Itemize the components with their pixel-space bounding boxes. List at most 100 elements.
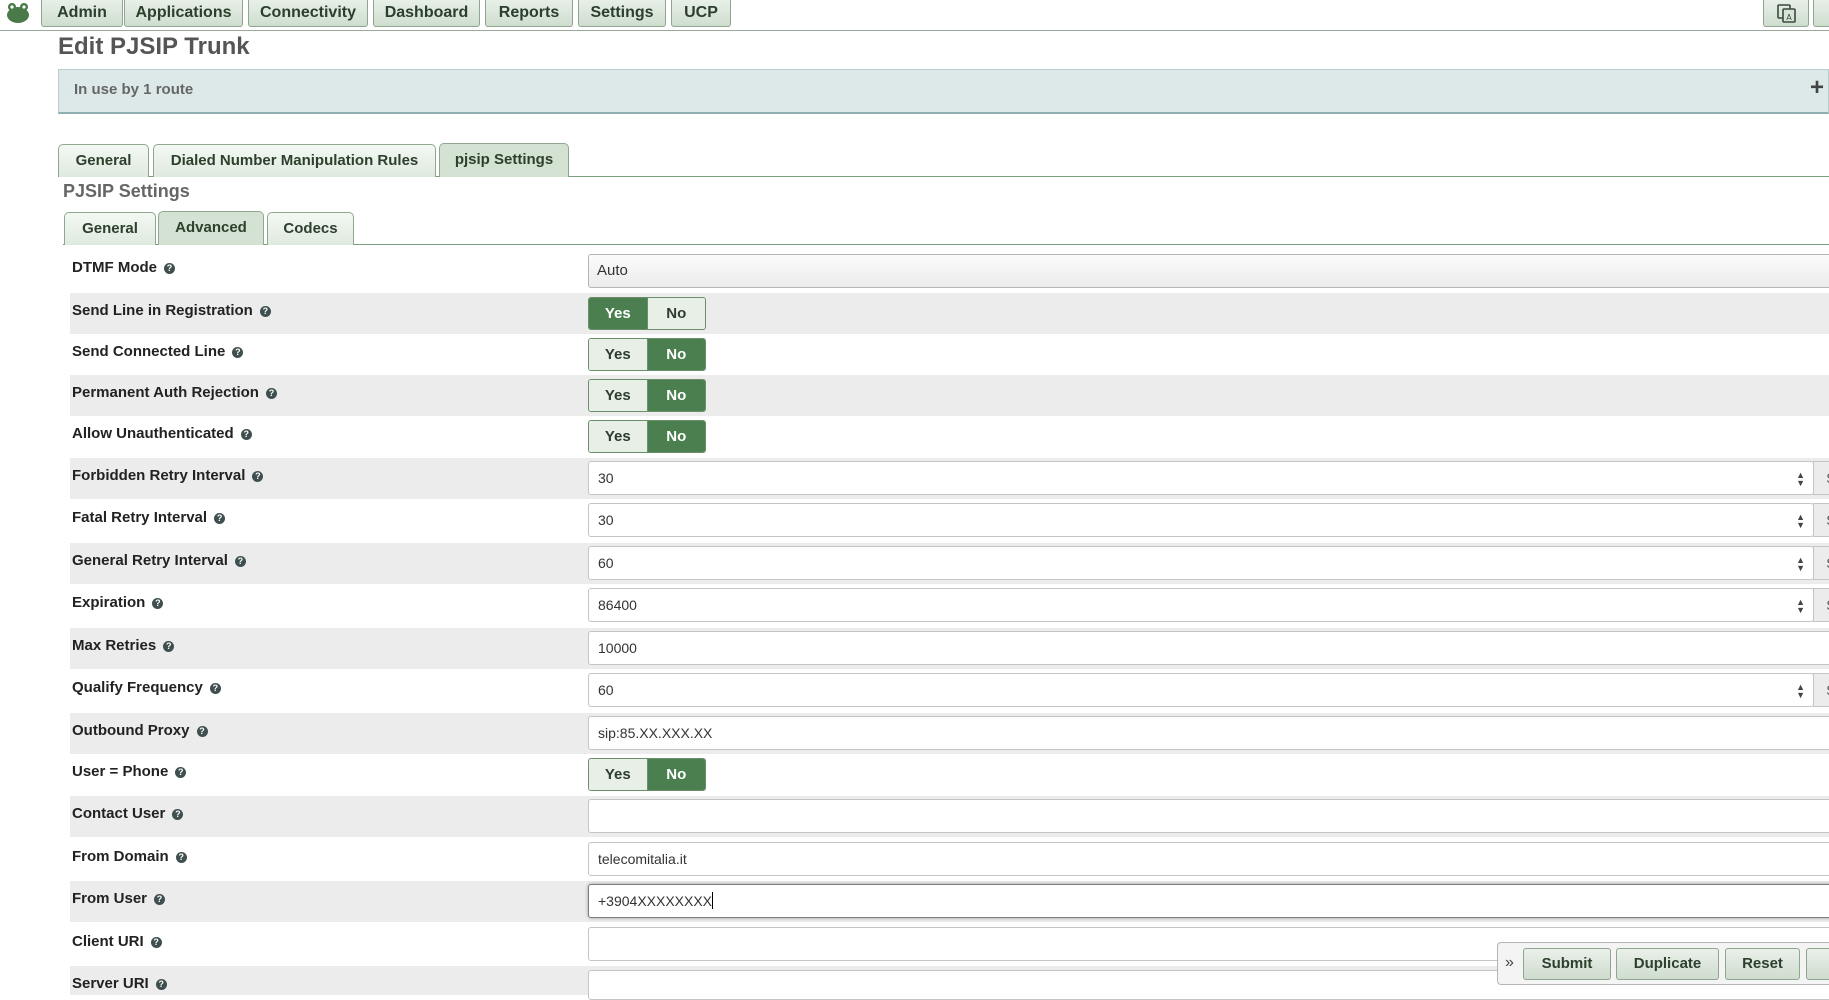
submit-button[interactable]: Submit (1523, 948, 1611, 980)
user-phone-toggle[interactable]: Yes No (588, 758, 706, 791)
field-label: Server URI? (72, 975, 167, 992)
row-fatal-retry-interval: Fatal Retry Interval? 30 ▲▼ Seconds (70, 500, 1829, 541)
help-icon[interactable]: ? (209, 683, 221, 694)
help-icon[interactable]: ? (150, 937, 162, 948)
help-icon[interactable]: ? (240, 429, 252, 440)
row-qualify-frequency: Qualify Frequency? 60 ▲▼ Seconds (70, 670, 1829, 711)
subtab-general[interactable]: General (64, 212, 156, 245)
tab-general[interactable]: General (58, 144, 149, 177)
field-label: Client URI? (72, 933, 162, 950)
row-outbound-proxy: Outbound Proxy? sip:85.XX.XXX.XX (70, 713, 1829, 754)
number-spinner-icon[interactable]: ▲ ▼ (1796, 547, 1805, 573)
from-domain-input[interactable]: telecomitalia.it (588, 842, 1829, 876)
field-label: Forbidden Retry Interval? (72, 467, 264, 484)
nav-connectivity[interactable]: Connectivity (248, 0, 368, 27)
general-retry-interval-input[interactable]: 60 ▲ ▼ (588, 546, 1814, 580)
qualify-frequency-input[interactable]: 60 ▲ ▼ (588, 673, 1814, 707)
number-spinner-icon[interactable]: ▲ ▼ (1796, 504, 1805, 530)
help-icon[interactable]: ? (196, 726, 208, 737)
help-icon[interactable]: ? (252, 471, 264, 482)
toggle-no[interactable]: No (646, 298, 705, 329)
field-label: From Domain? (72, 848, 187, 865)
nav-settings[interactable]: Settings (578, 0, 666, 27)
row-max-retries: Max Retries? 10000 ▲▼ (70, 628, 1829, 669)
allow-unauthenticated-toggle[interactable]: Yes No (588, 420, 706, 453)
help-icon[interactable]: ? (259, 306, 271, 317)
contact-user-input[interactable] (588, 799, 1829, 833)
translate-icon: A (1777, 4, 1796, 23)
help-icon[interactable]: ? (163, 263, 175, 274)
from-user-input[interactable]: +3904XXXXXXXX (588, 884, 1829, 918)
number-spinner-icon[interactable]: ▲ ▼ (1796, 589, 1805, 615)
expand-plus-icon[interactable]: + (1810, 74, 1824, 102)
duplicate-button[interactable]: Duplicate (1616, 948, 1719, 980)
nav-applications[interactable]: Applications (124, 0, 243, 27)
toggle-no[interactable]: No (646, 380, 705, 411)
help-icon[interactable]: ? (232, 347, 244, 358)
banner-text: In use by 1 route (74, 81, 194, 98)
field-label: Send Line in Registration? (72, 302, 271, 319)
in-use-banner: In use by 1 route + (58, 69, 1829, 114)
seconds-addon: Seconds (1813, 461, 1829, 495)
field-label: Allow Unauthenticated? (72, 425, 252, 442)
nav-admin[interactable]: Admin (41, 0, 123, 27)
field-label: Expiration? (72, 594, 164, 611)
help-icon[interactable]: ? (172, 809, 184, 820)
toggle-no[interactable]: No (646, 421, 705, 452)
subtab-advanced[interactable]: Advanced (158, 211, 264, 245)
help-icon[interactable]: ? (155, 979, 167, 990)
subtab-codecs[interactable]: Codecs (267, 212, 354, 245)
tab-dialed-number-rules[interactable]: Dialed Number Manipulation Rules (153, 144, 436, 177)
help-icon[interactable]: ? (175, 852, 187, 863)
collapse-chevron-icon[interactable]: » (1505, 954, 1514, 972)
number-spinner-icon[interactable]: ▲ ▼ (1796, 674, 1805, 700)
svg-text:A: A (1786, 13, 1792, 22)
toggle-no[interactable]: No (646, 759, 705, 790)
outbound-proxy-input[interactable]: sip:85.XX.XXX.XX (588, 716, 1829, 750)
reset-button[interactable]: Reset (1725, 948, 1800, 980)
help-icon[interactable]: ? (265, 388, 277, 399)
toggle-yes[interactable]: Yes (589, 421, 647, 452)
field-label: Outbound Proxy? (72, 722, 208, 739)
help-icon[interactable]: ? (234, 556, 246, 567)
seconds-addon: Seconds (1813, 546, 1829, 580)
field-label: DTMF Mode? (72, 259, 175, 276)
toggle-yes[interactable]: Yes (589, 339, 647, 370)
row-allow-unauthenticated: Allow Unauthenticated? Yes No (70, 416, 1829, 457)
help-icon[interactable]: ? (154, 894, 166, 905)
row-expiration: Expiration? 86400 ▲▼ Seconds (70, 585, 1829, 626)
toggle-yes[interactable]: Yes (589, 759, 647, 790)
user-menu-button[interactable] (1813, 0, 1829, 27)
forbidden-retry-interval-input[interactable]: 30 ▲ ▼ (588, 461, 1814, 495)
language-button[interactable]: A (1763, 0, 1809, 27)
permanent-auth-rejection-toggle[interactable]: Yes No (588, 379, 706, 412)
nav-dashboard[interactable]: Dashboard (373, 0, 480, 27)
max-retries-input[interactable]: 10000 ▲▼ (588, 631, 1829, 665)
text-cursor (712, 892, 714, 909)
nav-reports[interactable]: Reports (485, 0, 573, 27)
dtmf-mode-select[interactable]: Auto ▲▼ (588, 254, 1829, 288)
send-line-toggle[interactable]: Yes No (588, 297, 706, 330)
field-label: From User? (72, 890, 166, 907)
freepbx-frog-logo-icon[interactable] (4, 0, 32, 26)
number-spinner-icon[interactable]: ▲ ▼ (1796, 462, 1805, 488)
help-icon[interactable]: ? (214, 513, 226, 524)
help-icon[interactable]: ? (175, 767, 187, 778)
toggle-no[interactable]: No (646, 339, 705, 370)
tab-pjsip-settings[interactable]: pjsip Settings (439, 143, 569, 177)
toggle-yes[interactable]: Yes (589, 298, 647, 329)
row-user-phone: User = Phone? Yes No (70, 754, 1829, 795)
expiration-input[interactable]: 86400 ▲ ▼ (588, 588, 1814, 622)
help-icon[interactable]: ? (152, 598, 164, 609)
help-icon[interactable]: ? (163, 641, 175, 652)
fatal-retry-interval-input[interactable]: 30 ▲ ▼ (588, 503, 1814, 537)
send-connected-line-toggle[interactable]: Yes No (588, 338, 706, 371)
field-label: Contact User? (72, 805, 184, 822)
delete-button[interactable] (1806, 948, 1829, 980)
seconds-addon: Seconds (1813, 673, 1829, 707)
toggle-yes[interactable]: Yes (589, 380, 647, 411)
row-contact-user: Contact User? (70, 796, 1829, 837)
row-forbidden-retry-interval: Forbidden Retry Interval? 30 ▲▼ Seconds (70, 458, 1829, 499)
row-permanent-auth-rejection: Permanent Auth Rejection? Yes No (70, 375, 1829, 416)
nav-ucp[interactable]: UCP (671, 0, 731, 27)
